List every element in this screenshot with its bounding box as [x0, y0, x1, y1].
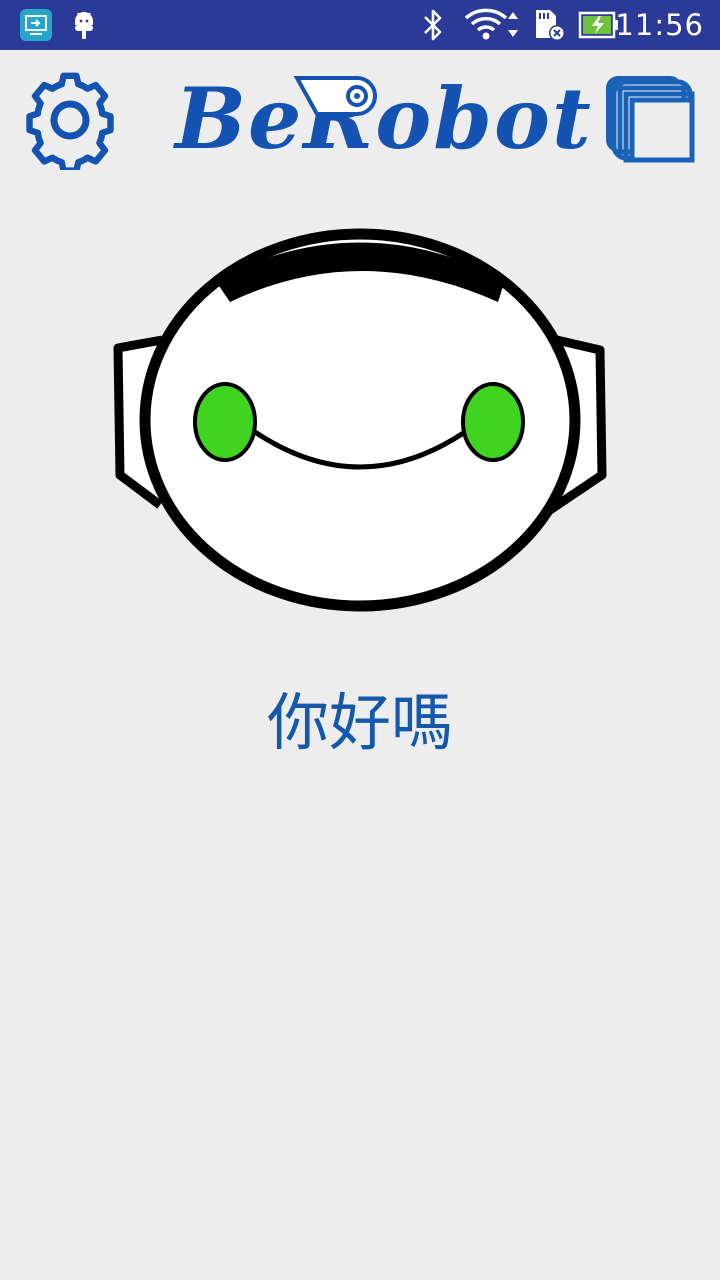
berobot-logo: BeRobot [175, 64, 591, 174]
camera-icon [293, 76, 377, 116]
windows-button[interactable] [600, 70, 700, 170]
left-eye [193, 382, 257, 462]
bluetooth-icon [420, 0, 446, 50]
robot-face [110, 220, 610, 620]
screen-share-icon [20, 0, 52, 50]
clock: 11:56 [615, 8, 704, 42]
overlapping-windows-icon [606, 76, 695, 163]
greeting-text: 你好嗎 [266, 686, 453, 759]
sd-card-error-icon [532, 0, 568, 50]
settings-button[interactable] [20, 70, 120, 174]
app-header: BeRobot [0, 50, 720, 190]
battery-charging-icon [578, 0, 620, 50]
wifi-icon [464, 0, 520, 50]
android-debug-icon [72, 0, 96, 50]
right-eye [461, 382, 525, 462]
status-bar: 11:56 [0, 0, 720, 50]
gear-icon [26, 72, 114, 174]
